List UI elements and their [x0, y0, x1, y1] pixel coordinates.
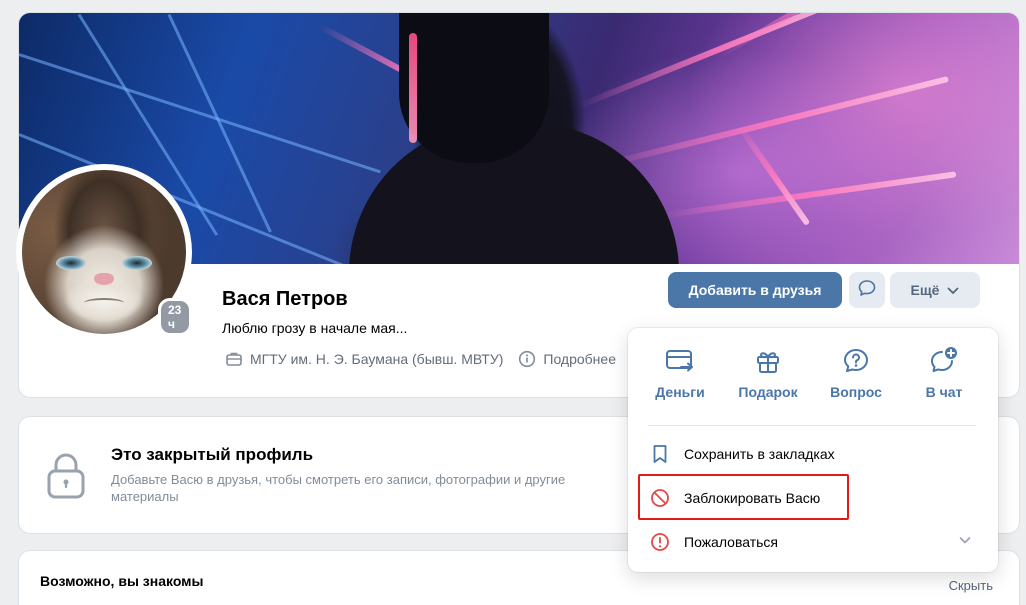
quick-actions: Деньги Подарок Вопрос В чат	[640, 346, 984, 400]
action-gift-label: Подарок	[738, 384, 798, 400]
message-icon	[857, 278, 877, 303]
friend-suggestions-title: Возможно, вы знакомы	[40, 573, 204, 589]
action-add-to-chat[interactable]: В чат	[904, 346, 984, 400]
question-icon	[841, 346, 871, 376]
more-info-link[interactable]: Подробнее	[543, 351, 616, 367]
info-icon	[517, 349, 537, 369]
gift-icon	[753, 346, 783, 376]
profile-name: Вася Петров	[222, 288, 348, 310]
chevron-down-icon	[958, 533, 972, 550]
avatar[interactable]: 23 ч	[16, 164, 192, 340]
menu-item-report-label: Пожаловаться	[684, 534, 779, 550]
closed-profile-title: Это закрытый профиль	[111, 445, 314, 464]
profile-status: Люблю грозу в начале мая...	[222, 320, 408, 336]
money-transfer-icon	[665, 346, 695, 376]
hide-suggestions-link[interactable]: Скрыть	[949, 578, 993, 593]
action-gift[interactable]: Подарок	[728, 346, 808, 400]
action-add-to-chat-label: В чат	[925, 384, 963, 400]
lock-icon	[45, 451, 87, 504]
chevron-down-icon	[947, 282, 959, 298]
menu-item-bookmark[interactable]: Сохранить в закладках	[640, 436, 986, 472]
message-button[interactable]	[849, 272, 885, 308]
report-icon	[650, 532, 670, 552]
more-dropdown-menu: Деньги Подарок Вопрос В чат Сохранить в …	[628, 328, 998, 572]
online-status-badge: 23 ч	[158, 298, 192, 336]
education-link[interactable]: МГТУ им. Н. Э. Баумана (бывш. МВТУ)	[250, 351, 503, 367]
briefcase-icon	[224, 349, 244, 369]
closed-profile-description: Добавьте Васю в друзья, чтобы смотреть е…	[111, 472, 566, 504]
add-friend-button[interactable]: Добавить в друзья	[668, 272, 842, 308]
profile-info-row: МГТУ им. Н. Э. Баумана (бывш. МВТУ) Подр…	[224, 349, 616, 369]
menu-item-report[interactable]: Пожаловаться	[640, 524, 986, 560]
more-button-label: Ещё	[910, 282, 940, 298]
add-chat-icon	[929, 346, 959, 376]
action-question-label: Вопрос	[830, 384, 882, 400]
highlight-frame	[638, 474, 849, 520]
action-money[interactable]: Деньги	[640, 346, 720, 400]
bookmark-icon	[650, 444, 670, 464]
action-question[interactable]: Вопрос	[816, 346, 896, 400]
action-money-label: Деньги	[655, 384, 705, 400]
more-button[interactable]: Ещё	[890, 272, 980, 308]
menu-divider	[648, 425, 976, 426]
menu-item-bookmark-label: Сохранить в закладках	[684, 446, 835, 462]
